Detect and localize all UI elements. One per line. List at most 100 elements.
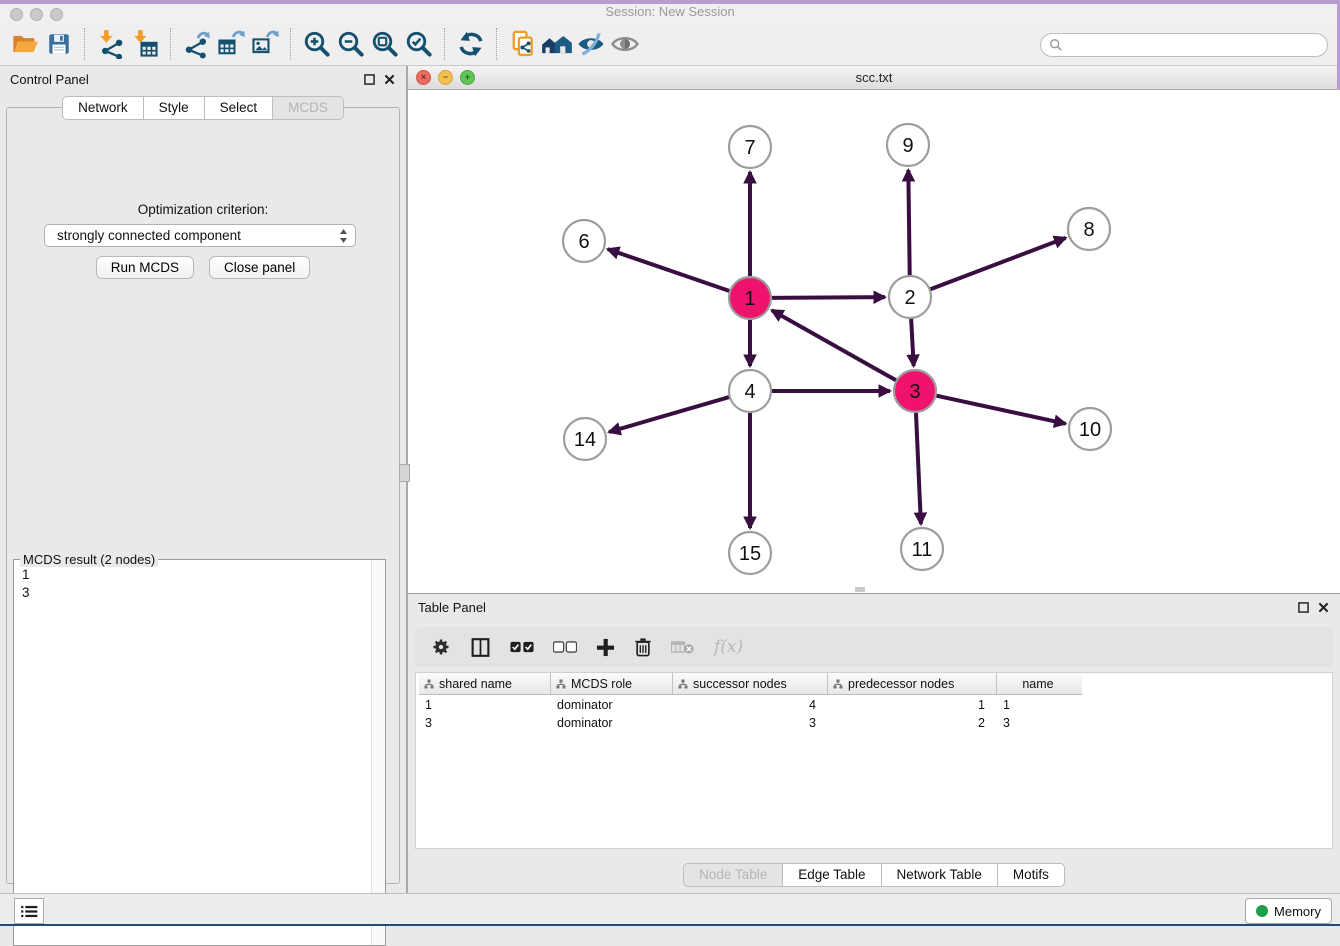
graph-edge-4-14[interactable] [609,396,732,432]
show-all-networks-button[interactable] [540,27,574,61]
close-panel-button[interactable] [383,73,396,86]
graph-edge-2-3[interactable] [911,316,914,366]
select-all-columns-button[interactable] [510,641,534,653]
table-settings-button[interactable] [431,637,451,657]
panel-divider-handle[interactable] [399,464,410,482]
node-table[interactable]: shared name MCDS role successor nodes pr… [415,672,1333,849]
graph-edge-3-11[interactable] [916,410,921,524]
refresh-button[interactable] [454,27,488,61]
mcds-result-box: MCDS result (2 nodes) 1 3 [13,559,386,946]
graph-edge-3-10[interactable] [934,395,1066,424]
control-panel-title: Control Panel [10,72,356,87]
network-close-button[interactable]: × [416,70,431,85]
column-header-successor-nodes[interactable]: successor nodes [673,673,828,694]
optimization-dropdown[interactable]: strongly connected component [44,224,356,247]
add-column-button[interactable] [596,638,615,657]
toolbar-separator [496,28,498,60]
table-row[interactable]: 3 dominator 3 2 3 [419,715,1332,732]
float-panel-button[interactable] [363,73,376,86]
gear-icon [431,637,451,657]
close-window-button[interactable] [10,8,23,21]
show-selected-button[interactable] [608,27,642,61]
memory-button[interactable]: Memory [1245,898,1332,924]
column-header-predecessor-nodes[interactable]: predecessor nodes [828,673,997,694]
graph-edge-2-8[interactable] [928,238,1066,290]
cell-successor-nodes[interactable]: 3 [673,716,828,730]
graph-edge-3-1[interactable] [772,310,899,381]
tab-select[interactable]: Select [205,96,274,120]
control-panel-tabs: Network Style Select MCDS [0,96,406,120]
graph-edge-1-2[interactable] [769,297,885,298]
cell-mcds-role[interactable]: dominator [551,698,673,712]
export-image-button[interactable] [248,27,282,61]
table-header-row: shared name MCDS role successor nodes pr… [419,673,1082,695]
column-header-shared-name[interactable]: shared name [419,673,551,694]
cell-successor-nodes[interactable]: 4 [673,698,828,712]
cell-shared-name[interactable]: 1 [419,698,551,712]
cell-mcds-role[interactable]: dominator [551,716,673,730]
toolbar-separator [170,28,172,60]
cell-name[interactable]: 3 [997,716,1079,730]
column-header-mcds-role[interactable]: MCDS role [551,673,673,694]
dropdown-stepper-icon [339,228,348,244]
close-table-panel-button[interactable] [1317,601,1330,614]
deselect-all-columns-button[interactable] [553,641,577,653]
export-table-button[interactable] [214,27,248,61]
search-input[interactable] [1067,37,1327,54]
delete-column-button[interactable] [634,637,652,657]
result-line: 1 [22,566,30,584]
minimize-window-button[interactable] [30,8,43,21]
zoom-selected-icon [404,29,434,59]
graph-node-label: 6 [578,231,589,253]
graph-node-label: 2 [904,287,915,309]
open-session-button[interactable] [8,27,42,61]
network-canvas[interactable]: 7968124314101511 [408,90,1340,594]
export-network-button[interactable] [180,27,214,61]
clone-network-button[interactable] [506,27,540,61]
result-scrollbar[interactable] [371,560,385,945]
float-table-panel-button[interactable] [1297,601,1310,614]
table-row[interactable]: 1 dominator 4 1 1 [419,697,1332,714]
canvas-scroll-hint[interactable] [855,587,865,592]
tab-edge-table[interactable]: Edge Table [783,863,881,887]
function-builder-button[interactable]: f(x) [714,637,743,657]
hide-selected-button[interactable] [574,27,608,61]
search-field[interactable] [1040,33,1328,57]
tab-style[interactable]: Style [144,96,205,120]
zoom-selected-button[interactable] [402,27,436,61]
save-session-button[interactable] [42,27,76,61]
network-maximize-button[interactable]: + [460,70,475,85]
import-network-button[interactable] [94,27,128,61]
trash-icon [634,637,652,657]
import-table-button[interactable] [128,27,162,61]
cell-shared-name[interactable]: 3 [419,716,551,730]
cell-name[interactable]: 1 [997,698,1079,712]
column-type-icon [556,679,566,689]
tab-motifs[interactable]: Motifs [998,863,1065,887]
tab-network[interactable]: Network [62,96,144,120]
checked-boxes-icon [510,641,534,653]
graph-edge-2-9[interactable] [908,170,909,278]
cell-predecessor-nodes[interactable]: 2 [828,716,997,730]
open-folder-icon [11,30,39,58]
graph-edge-1-6[interactable] [608,249,732,292]
close-panel-action-button[interactable]: Close panel [209,256,310,279]
graph-node-label: 8 [1083,219,1094,241]
cell-predecessor-nodes[interactable]: 1 [828,698,997,712]
column-header-name[interactable]: name [997,673,1079,694]
network-minimize-button[interactable]: − [438,70,453,85]
delete-table-button[interactable] [671,640,695,655]
zoom-window-button[interactable] [50,8,63,21]
zoom-in-button[interactable] [300,27,334,61]
run-mcds-button[interactable]: Run MCDS [96,256,194,279]
task-history-button[interactable] [14,898,44,924]
split-panel-button[interactable] [470,637,491,658]
export-network-icon [182,29,212,59]
mcds-result-title: MCDS result (2 nodes) [20,552,158,567]
tab-mcds[interactable]: MCDS [273,96,344,120]
zoom-fit-button[interactable] [368,27,402,61]
network-graph: 7968124314101511 [408,90,1340,594]
tab-node-table[interactable]: Node Table [683,863,783,887]
tab-network-table[interactable]: Network Table [882,863,998,887]
zoom-out-button[interactable] [334,27,368,61]
